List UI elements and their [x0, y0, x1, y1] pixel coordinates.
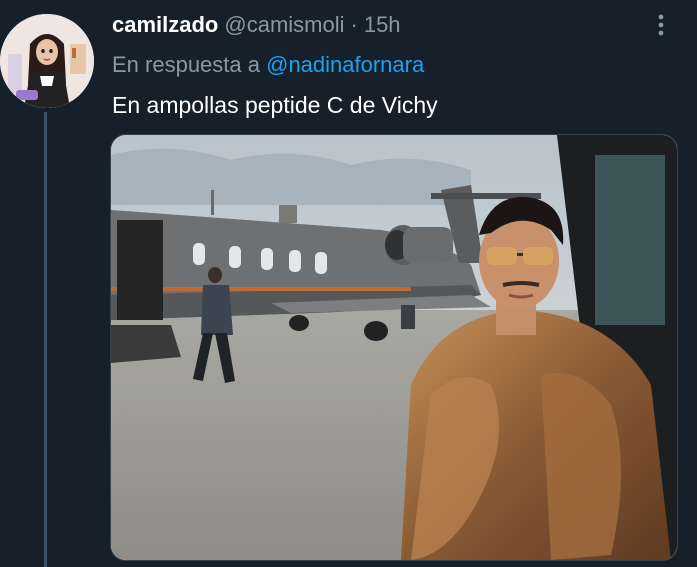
tweet-text: En ampollas peptide C de Vichy [112, 92, 438, 118]
tweet-photo[interactable] [110, 134, 678, 561]
display-name[interactable]: camilzado [112, 12, 218, 38]
timestamp[interactable]: 15h [364, 12, 401, 38]
avatar-image [0, 14, 94, 108]
reply-prefix: En respuesta a [112, 52, 260, 77]
more-vertical-icon[interactable] [651, 12, 671, 40]
reply-context: En respuesta a @nadinafornara [112, 52, 424, 78]
thread-connector-line [44, 112, 47, 567]
reply-mention-link[interactable]: @nadinafornara [266, 52, 424, 77]
user-handle[interactable]: @camismoli [224, 12, 344, 38]
tweet-header: camilzado @camismoli · 15h [112, 12, 401, 42]
separator-dot: · [350, 12, 358, 37]
avatar[interactable] [0, 14, 94, 108]
photo-image [111, 135, 677, 560]
tweet[interactable]: camilzado @camismoli · 15h En respuesta … [0, 0, 697, 567]
